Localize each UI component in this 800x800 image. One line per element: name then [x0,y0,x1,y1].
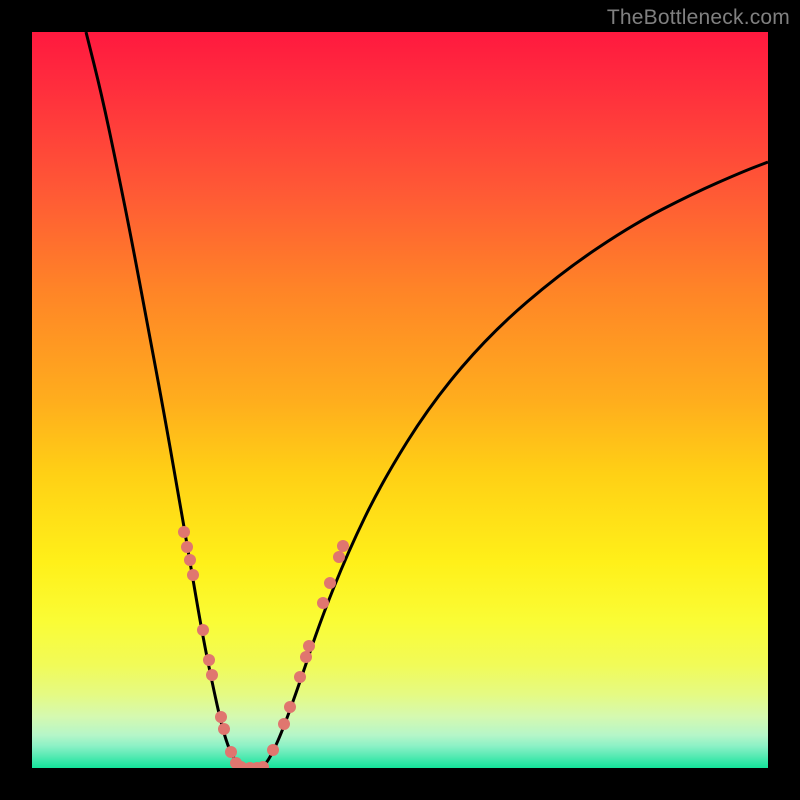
data-marker [294,671,306,683]
data-marker [278,718,290,730]
data-marker [218,723,230,735]
data-marker [206,669,218,681]
data-marker [215,711,227,723]
data-marker [184,554,196,566]
data-marker [333,551,345,563]
chart-frame: TheBottleneck.com [0,0,800,800]
data-marker [337,540,349,552]
data-marker [303,640,315,652]
data-marker [317,597,329,609]
data-marker [267,744,279,756]
curve-layer [86,32,768,768]
watermark-text: TheBottleneck.com [607,6,790,30]
data-marker [187,569,199,581]
chart-svg [32,32,768,768]
data-marker [225,746,237,758]
plot-area [32,32,768,768]
data-marker [203,654,215,666]
data-marker [284,701,296,713]
data-marker [181,541,193,553]
data-marker [197,624,209,636]
data-marker [324,577,336,589]
data-marker [178,526,190,538]
data-marker [300,651,312,663]
left-curve [86,32,244,768]
right-curve [262,162,768,768]
